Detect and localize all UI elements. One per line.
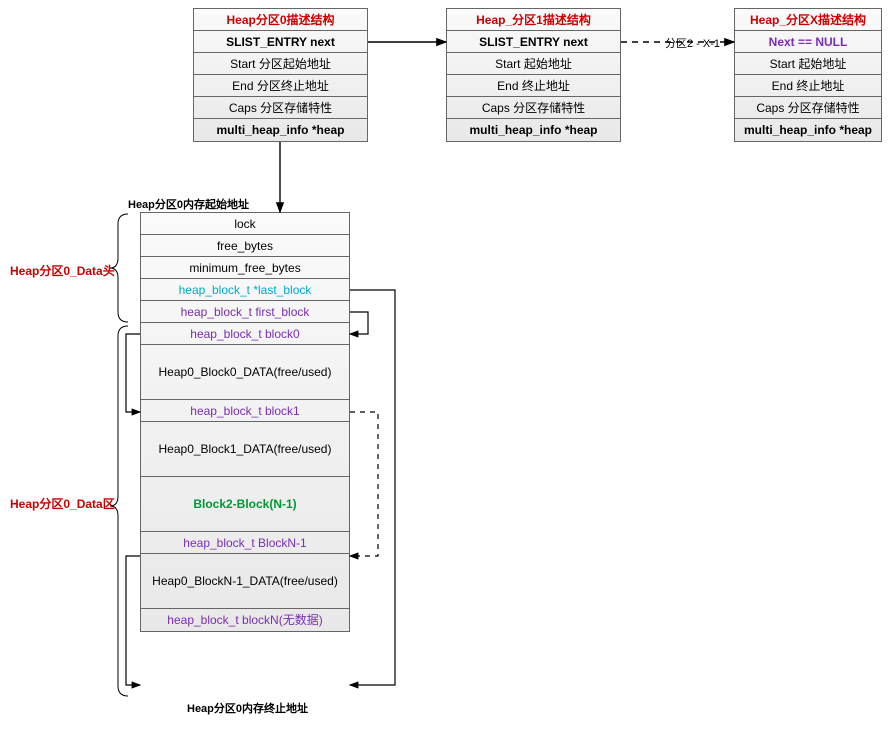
heapx-row-caps: Caps 分区存储特性 [735, 97, 881, 119]
heap1-row-next: SLIST_ENTRY next [447, 31, 620, 53]
heapx-descriptor: Heap_分区X描述结构 Next == NULL Start 起始地址 End… [734, 8, 882, 142]
mem-lock: lock [141, 213, 349, 235]
heap0-title: Heap分区0描述结构 [194, 9, 367, 31]
heap1-row-caps: Caps 分区存储特性 [447, 97, 620, 119]
heap0-row-end: End 分区终止地址 [194, 75, 367, 97]
heap1-descriptor: Heap_分区1描述结构 SLIST_ENTRY next Start 起始地址… [446, 8, 621, 142]
mem-end-label: Heap分区0内存终止地址 [187, 700, 308, 716]
heap1-row-heap: multi_heap_info *heap [447, 119, 620, 141]
mem-block-range: Block2-Block(N-1) [141, 477, 349, 532]
heap0-memory-layout: lock free_bytes minimum_free_bytes heap_… [140, 212, 350, 632]
mem-blockn-1: heap_block_t BlockN-1 [141, 532, 349, 554]
heap0-row-start: Start 分区起始地址 [194, 53, 367, 75]
mem-first-block: heap_block_t first_block [141, 301, 349, 323]
data-head-label: Heap分区0_Data头 [10, 262, 115, 279]
heap1-row-end: End 终止地址 [447, 75, 620, 97]
heapx-title: Heap_分区X描述结构 [735, 9, 881, 31]
heap1-row-start: Start 起始地址 [447, 53, 620, 75]
mem-last-block: heap_block_t *last_block [141, 279, 349, 301]
heapx-row-heap: multi_heap_info *heap [735, 119, 881, 141]
heapx-row-end: End 终止地址 [735, 75, 881, 97]
mem-min-free-bytes: minimum_free_bytes [141, 257, 349, 279]
mem-blockn-1-data: Heap0_BlockN-1_DATA(free/used) [141, 554, 349, 609]
mem-block1-data: Heap0_Block1_DATA(free/used) [141, 422, 349, 477]
mem-blockn: heap_block_t blockN(无数据) [141, 609, 349, 631]
heap0-row-next: SLIST_ENTRY next [194, 31, 367, 53]
heapx-row-next: Next == NULL [735, 31, 881, 53]
mem-block0: heap_block_t block0 [141, 323, 349, 345]
heapx-row-start: Start 起始地址 [735, 53, 881, 75]
mem-block0-data: Heap0_Block0_DATA(free/used) [141, 345, 349, 400]
gap-label: 分区2 - X-1 [665, 35, 720, 51]
heap0-row-heap: multi_heap_info *heap [194, 119, 367, 141]
heap0-row-caps: Caps 分区存储特性 [194, 97, 367, 119]
mem-start-label: Heap分区0内存起始地址 [128, 196, 249, 212]
mem-block1: heap_block_t block1 [141, 400, 349, 422]
mem-free-bytes: free_bytes [141, 235, 349, 257]
data-area-label: Heap分区0_Data区 [10, 495, 115, 512]
heap1-title: Heap_分区1描述结构 [447, 9, 620, 31]
heap0-descriptor: Heap分区0描述结构 SLIST_ENTRY next Start 分区起始地… [193, 8, 368, 142]
